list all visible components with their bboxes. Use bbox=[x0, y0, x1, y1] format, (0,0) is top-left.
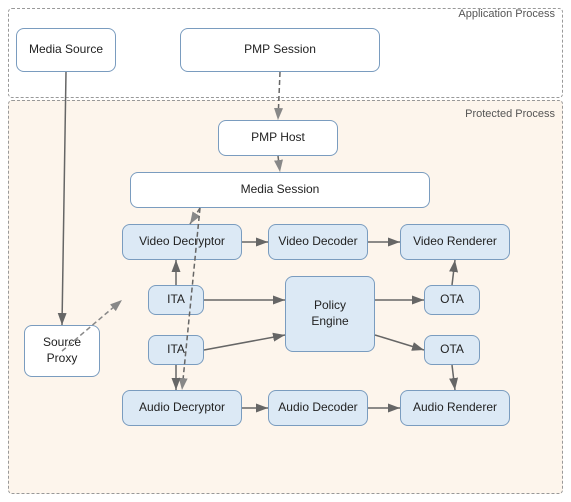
audio-decoder-box: Audio Decoder bbox=[268, 390, 368, 426]
source-proxy-box: Source Proxy bbox=[24, 325, 100, 377]
policy-engine-box: Policy Engine bbox=[285, 276, 375, 352]
video-decoder-box: Video Decoder bbox=[268, 224, 368, 260]
media-source-box: Media Source bbox=[16, 28, 116, 72]
pmp-host-box: PMP Host bbox=[218, 120, 338, 156]
protected-process-label: Protected Process bbox=[465, 108, 555, 120]
video-decryptor-box: Video Decryptor bbox=[122, 224, 242, 260]
ita-audio-box: ITA bbox=[148, 335, 204, 365]
pmp-session-box: PMP Session bbox=[180, 28, 380, 72]
ita-video-box: ITA bbox=[148, 285, 204, 315]
audio-decryptor-box: Audio Decryptor bbox=[122, 390, 242, 426]
video-renderer-box: Video Renderer bbox=[400, 224, 510, 260]
media-session-box: Media Session bbox=[130, 172, 430, 208]
ota-audio-box: OTA bbox=[424, 335, 480, 365]
diagram-container: Application Process Protected Process Me… bbox=[0, 0, 571, 502]
app-process-label: Application Process bbox=[458, 8, 555, 20]
ota-video-box: OTA bbox=[424, 285, 480, 315]
audio-renderer-box: Audio Renderer bbox=[400, 390, 510, 426]
